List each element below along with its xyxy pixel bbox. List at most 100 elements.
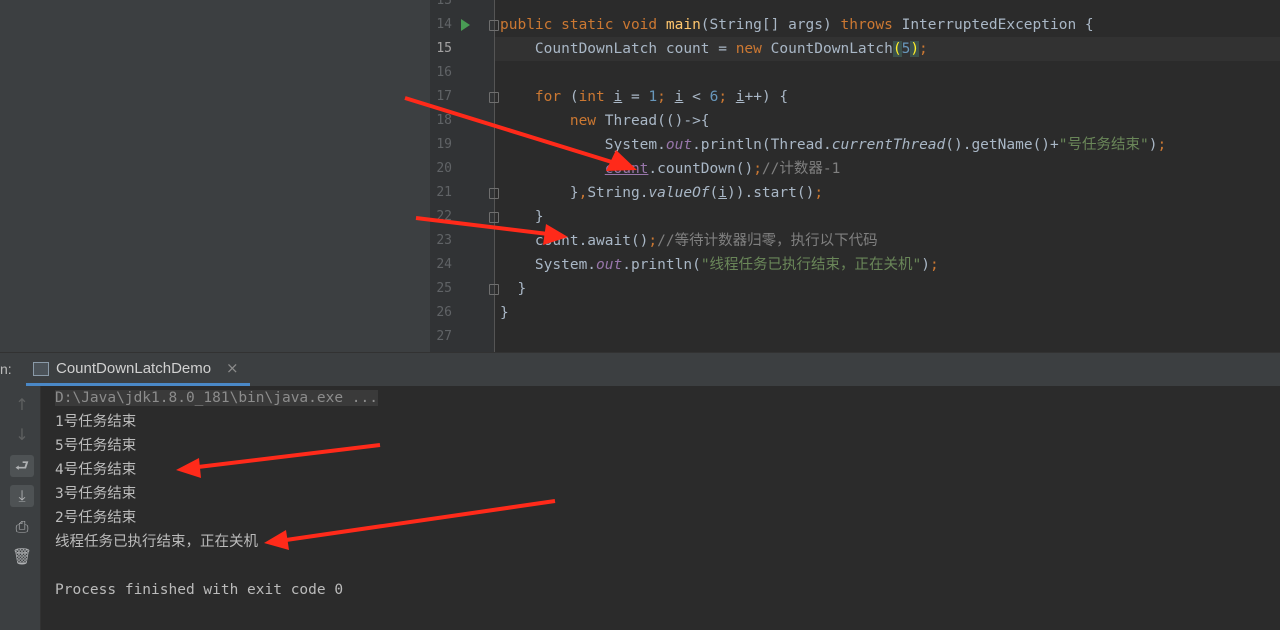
line-number: 21: [436, 185, 452, 200]
code-token: =: [622, 89, 649, 105]
run-tab[interactable]: CountDownLatchDemo ×: [26, 353, 250, 386]
console-line: 3号任务结束: [55, 486, 137, 502]
code-token: System.: [500, 257, 597, 273]
code-token: (: [892, 41, 902, 57]
code-token: //等待计数器归零，执行以下代码: [657, 233, 878, 249]
code-line: System.out.println("线程任务已执行结束，正在关机");: [500, 253, 939, 277]
console-line: 5号任务结束: [55, 438, 137, 454]
code-editor[interactable]: 13 14 public static void main(String[] arg…: [0, 0, 1280, 352]
code-token: "线程任务已执行结束，正在关机": [700, 257, 922, 273]
close-icon[interactable]: ×: [226, 359, 239, 377]
code-token: ;: [718, 89, 736, 105]
code-token: i: [613, 89, 623, 105]
run-toolbar: ↑ ↓ ⮐ ⤓ ⎙ 🗑: [0, 386, 41, 630]
code-token: i: [735, 89, 745, 105]
code-token: throws: [840, 17, 902, 33]
soft-wrap-icon[interactable]: ⮐: [10, 455, 34, 477]
code-token: ): [910, 41, 920, 57]
code-token: Thread(()->{: [604, 113, 710, 129]
code-token: <: [683, 89, 710, 105]
line-number: 27: [436, 329, 452, 344]
line-number: 15: [436, 41, 452, 56]
code-line: },String.valueOf(i)).start();: [500, 181, 823, 205]
console-line: 4号任务结束: [55, 462, 137, 478]
code-token: int: [578, 89, 614, 105]
line-number: 26: [436, 305, 452, 320]
code-token: out: [596, 257, 623, 273]
code-token: }: [500, 209, 544, 225]
line-number: 25: [436, 281, 452, 296]
code-line: }: [500, 277, 526, 301]
code-token: ;: [814, 185, 824, 201]
code-token: .println(: [622, 257, 701, 273]
fold-marker-icon[interactable]: [489, 212, 499, 223]
code-token: ;: [753, 161, 762, 177]
fold-marker-icon[interactable]: [489, 284, 499, 295]
code-token: out: [665, 137, 693, 153]
code-token: 6: [709, 89, 719, 105]
code-token: ): [921, 257, 931, 273]
exit-status-line: Process finished with exit code 0: [55, 582, 344, 598]
trash-icon[interactable]: 🗑: [10, 546, 34, 568]
scroll-to-end-icon[interactable]: ⤓: [10, 485, 34, 507]
line-number: 17: [436, 89, 452, 104]
line-number: 14: [436, 17, 452, 32]
code-token: ().getName()+: [945, 137, 1059, 153]
code-token: .countDown(): [648, 161, 754, 177]
code-token: currentThread: [831, 137, 946, 153]
line-number: 19: [436, 137, 452, 152]
code-token: main: [665, 17, 701, 33]
left-blank-pane: [0, 0, 430, 352]
code-token: i: [718, 185, 727, 201]
code-token: (: [569, 89, 579, 105]
code-line: public static void main(String[] args) t…: [500, 13, 1094, 37]
code-token: 5: [901, 41, 911, 57]
console-line: 线程任务已执行结束，正在关机: [55, 534, 258, 550]
console-output[interactable]: D:\Java\jdk1.8.0_181\bin\java.exe ... 1号…: [41, 386, 1280, 630]
code-token: (String[] args): [700, 17, 841, 33]
code-token: public static void: [500, 17, 666, 33]
code-token: (: [709, 185, 719, 201]
run-config-icon: [33, 362, 49, 376]
run-tool-window-header: n: CountDownLatchDemo ×: [0, 352, 1280, 387]
code-token: ;: [930, 257, 939, 273]
fold-marker-icon[interactable]: [489, 20, 499, 31]
run-tab-title: CountDownLatchDemo: [56, 360, 212, 377]
code-token: }: [500, 185, 579, 201]
code-token: )).start(): [727, 185, 815, 201]
line-number: 23: [436, 233, 452, 248]
code-line: count.await();//等待计数器归零，执行以下代码: [500, 229, 878, 253]
print-icon[interactable]: ⎙: [10, 516, 34, 538]
code-token: CountDownLatch: [770, 41, 893, 57]
code-token: new: [500, 113, 605, 129]
code-line: for (int i = 1; i < 6; i++) {: [500, 85, 788, 109]
code-token: valueOf: [648, 185, 710, 201]
fold-marker-icon[interactable]: [489, 92, 499, 103]
console-line: 1号任务结束: [55, 414, 137, 430]
code-token: CountDownLatch count =: [500, 41, 736, 57]
line-number: 20: [436, 161, 452, 176]
code-token: //计数器-1: [761, 161, 841, 177]
line-number: 22: [436, 209, 452, 224]
line-number: 24: [436, 257, 452, 272]
code-line: }: [500, 205, 544, 229]
fold-marker-icon[interactable]: [489, 188, 499, 199]
code-token: }: [500, 281, 527, 297]
down-arrow-icon[interactable]: ↓: [10, 424, 34, 446]
code-line: new Thread(()->{: [500, 109, 710, 133]
line-number: 18: [436, 113, 452, 128]
code-token: System.: [500, 137, 666, 153]
code-token: .println(Thread.: [692, 137, 832, 153]
code-token: ,: [578, 185, 588, 201]
line-number: 16: [436, 65, 452, 80]
line-number: 13: [436, 0, 452, 8]
up-arrow-icon[interactable]: ↑: [10, 394, 34, 416]
run-main-icon[interactable]: [461, 19, 470, 31]
code-token: ;: [657, 89, 675, 105]
code-token: count.await(): [500, 233, 649, 249]
code-line: count.countDown();//计数器-1: [500, 157, 841, 181]
code-token: InterruptedException {: [901, 17, 1094, 33]
code-token: ;: [1157, 137, 1167, 153]
run-label: n:: [0, 361, 12, 377]
